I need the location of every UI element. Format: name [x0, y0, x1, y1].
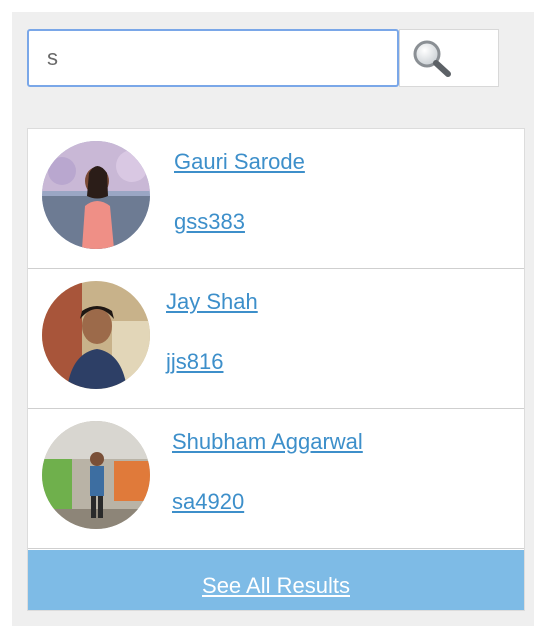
avatar[interactable]: [42, 421, 150, 529]
avatar[interactable]: [42, 141, 150, 249]
result-username-link[interactable]: sa4920: [172, 489, 244, 515]
result-name-link[interactable]: Jay Shah: [166, 289, 258, 315]
search-results-list: Gauri Sarode gss383 Jay Shah jjs816 Shub…: [27, 128, 525, 611]
see-all-results-link[interactable]: See All Results: [28, 550, 524, 610]
search-input[interactable]: [27, 29, 399, 87]
result-username-link[interactable]: gss383: [174, 209, 245, 235]
search-panel: Gauri Sarode gss383 Jay Shah jjs816: [12, 12, 534, 626]
avatar[interactable]: [42, 281, 150, 389]
result-username-link[interactable]: jjs816: [166, 349, 223, 375]
list-item[interactable]: Shubham Aggarwal sa4920: [28, 409, 524, 549]
magnifier-icon: [413, 40, 451, 77]
search-bar: [27, 29, 499, 89]
search-button[interactable]: [399, 29, 499, 87]
list-item[interactable]: Jay Shah jjs816: [28, 269, 524, 409]
list-item[interactable]: Gauri Sarode gss383: [28, 129, 524, 269]
result-name-link[interactable]: Shubham Aggarwal: [172, 429, 363, 455]
result-name-link[interactable]: Gauri Sarode: [174, 149, 305, 175]
